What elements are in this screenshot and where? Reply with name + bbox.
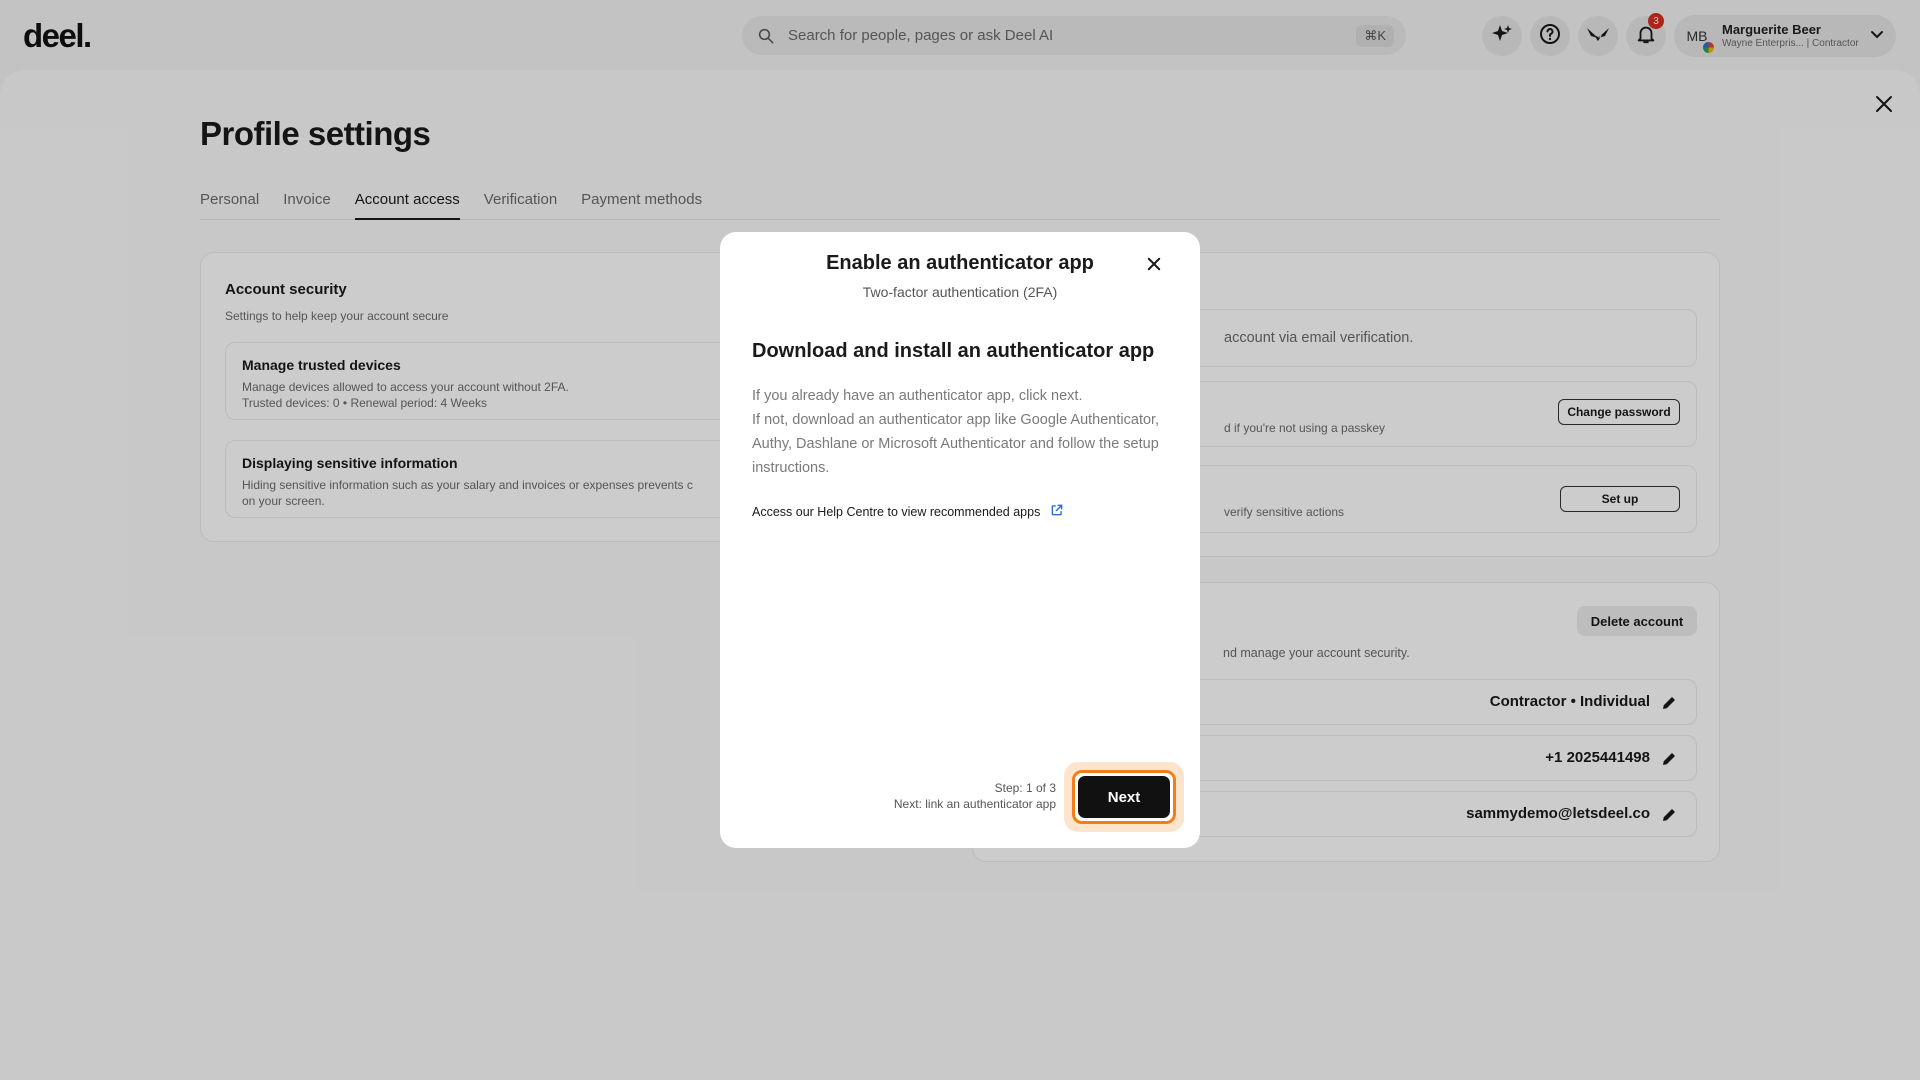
modal-body: If you already have an authenticator app… <box>752 384 1172 480</box>
external-link-icon <box>1050 503 1064 520</box>
next-button-label: Next <box>1078 776 1170 818</box>
modal-body-line-2: If not, download an authenticator app li… <box>752 412 1160 476</box>
modal-heading: Download and install an authenticator ap… <box>752 340 1155 362</box>
modal-subtitle: Two-factor authentication (2FA) <box>862 284 1058 300</box>
next-button[interactable]: Next <box>1072 770 1176 824</box>
help-centre-link-text: Access our Help Centre to view recommend… <box>752 504 1041 519</box>
authenticator-modal: Enable an authenticator app Two-factor a… <box>720 232 1200 848</box>
close-icon <box>1145 255 1163 278</box>
modal-title: Enable an authenticator app <box>826 252 1094 274</box>
step-count: Step: 1 of 3 <box>994 781 1056 795</box>
modal-close-button[interactable] <box>1140 252 1168 280</box>
help-centre-link[interactable]: Access our Help Centre to view recommend… <box>752 503 1064 520</box>
step-indicator: Step: 1 of 3 Next: link an authenticator… <box>894 780 1056 812</box>
modal-body-line-1: If you already have an authenticator app… <box>752 388 1083 404</box>
next-step-label: Next: link an authenticator app <box>893 797 1056 811</box>
